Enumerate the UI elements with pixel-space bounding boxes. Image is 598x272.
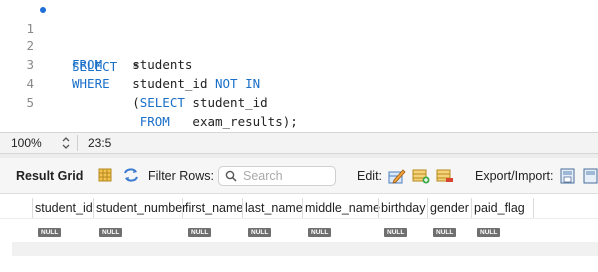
column-divider[interactable] xyxy=(242,198,243,218)
column-header[interactable]: middle_name xyxy=(305,198,380,218)
sql-text: exam_results); xyxy=(169,114,298,129)
null-cell[interactable]: NULL xyxy=(248,228,272,237)
null-cell[interactable]: NULL xyxy=(384,228,408,237)
column-header[interactable]: student_number xyxy=(96,198,186,218)
column-header[interactable]: student_id xyxy=(35,198,93,218)
column-divider[interactable] xyxy=(471,198,472,218)
null-cell[interactable]: NULL xyxy=(188,228,212,237)
column-divider[interactable] xyxy=(302,198,303,218)
import-icon[interactable] xyxy=(582,167,598,184)
column-divider[interactable] xyxy=(378,198,379,218)
filter-search-input[interactable] xyxy=(243,168,333,184)
breakpoint-dot-icon[interactable] xyxy=(40,7,46,13)
export-import-label: Export/Import: xyxy=(475,169,554,183)
edit-label: Edit: xyxy=(357,169,383,183)
null-cell[interactable]: NULL xyxy=(433,228,457,237)
column-divider[interactable] xyxy=(182,198,183,218)
add-row-icon[interactable] xyxy=(412,167,430,184)
line-code: (SELECT student_id xyxy=(72,93,268,112)
editor-line[interactable]: 2 FROM students xyxy=(0,17,598,72)
editor-line[interactable]: 5 FROM exam_results); xyxy=(0,74,598,129)
column-header[interactable]: paid_flag xyxy=(474,198,525,218)
header-separator xyxy=(0,218,598,219)
filter-rows-label: Filter Rows: xyxy=(148,169,214,183)
line-number: 5 xyxy=(26,95,34,110)
null-cell[interactable]: NULL xyxy=(99,228,123,237)
result-toolbar: Result Grid Filter Rows: Edit: xyxy=(0,158,598,194)
sql-text: student_id xyxy=(184,95,268,110)
search-icon xyxy=(225,170,237,182)
editor-line[interactable]: 4 (SELECT student_id xyxy=(0,55,598,110)
edit-row-icon[interactable] xyxy=(388,167,406,184)
sql-keyword: FROM xyxy=(139,114,170,129)
column-header[interactable]: birthday xyxy=(381,198,425,218)
sql-text: ( xyxy=(72,95,140,110)
null-cell[interactable]: NULL xyxy=(308,228,332,237)
column-header[interactable]: gender xyxy=(430,198,469,218)
zoom-stepper-icon[interactable] xyxy=(60,136,72,150)
sql-keyword: SELECT xyxy=(139,95,185,110)
column-divider[interactable] xyxy=(533,198,534,218)
column-divider[interactable] xyxy=(32,198,33,218)
column-header[interactable]: first_name xyxy=(185,198,243,218)
result-grid-title: Result Grid xyxy=(16,169,84,183)
delete-row-icon[interactable] xyxy=(436,167,453,183)
line-code: FROM exam_results); xyxy=(72,112,298,131)
null-cell[interactable]: NULL xyxy=(38,228,62,237)
refresh-icon[interactable] xyxy=(122,167,138,183)
table-row[interactable] xyxy=(12,242,598,256)
status-divider xyxy=(77,135,78,151)
grid-layout-icon[interactable] xyxy=(97,167,113,183)
column-header[interactable]: last_name xyxy=(245,198,303,218)
chevron-up-down-icon xyxy=(62,137,70,149)
export-icon[interactable] xyxy=(559,167,575,184)
cursor-position: 23:5 xyxy=(88,136,112,150)
zoom-level[interactable]: 100% xyxy=(11,136,42,150)
sql-editor[interactable]: 1 SELECT * 2 FROM students 3 WHERE stude… xyxy=(0,0,598,132)
null-cell[interactable]: NULL xyxy=(477,228,501,237)
editor-line[interactable]: 3 WHERE student_id NOT IN xyxy=(0,36,598,91)
filter-search-box[interactable] xyxy=(218,166,336,186)
column-divider[interactable] xyxy=(93,198,94,218)
column-divider[interactable] xyxy=(427,198,428,218)
table-row[interactable] xyxy=(0,226,598,239)
editor-status-bar: 100% 23:5 xyxy=(0,132,598,154)
